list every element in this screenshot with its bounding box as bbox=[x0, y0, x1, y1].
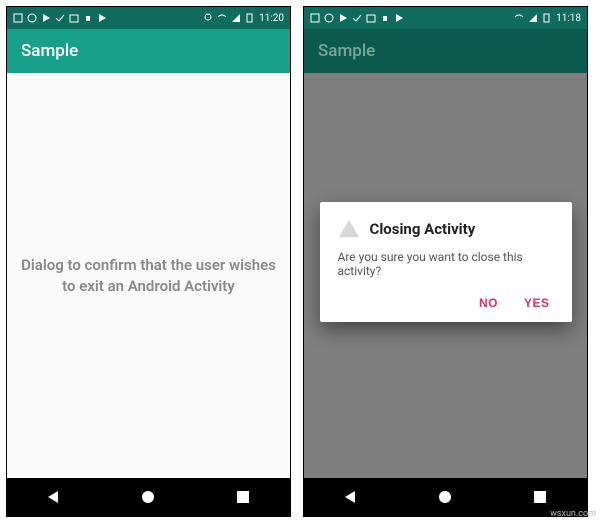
confirm-dialog: Closing Activity Are you sure you want t… bbox=[320, 202, 572, 322]
body-text: Dialog to confirm that the user wishes t… bbox=[19, 255, 278, 297]
calendar-icon bbox=[366, 13, 376, 23]
circle-icon bbox=[324, 13, 334, 23]
location-icon bbox=[203, 13, 213, 23]
status-left-icons bbox=[13, 13, 107, 23]
navigation-bar bbox=[304, 478, 587, 516]
yes-button[interactable]: YES bbox=[524, 296, 550, 310]
no-button[interactable]: NO bbox=[479, 296, 498, 310]
app-title: Sample bbox=[21, 41, 78, 61]
battery-icon bbox=[542, 13, 552, 23]
play-icon bbox=[338, 13, 348, 23]
activity-content[interactable]: Dialog to confirm that the user wishes t… bbox=[7, 73, 290, 478]
app-bar: Sample bbox=[7, 29, 290, 73]
clock-text: 11:20 bbox=[259, 13, 284, 24]
navigation-bar bbox=[7, 478, 290, 516]
phone-after: 11:18 Sample Dialog to confirm that the … bbox=[303, 6, 588, 517]
wifi-icon bbox=[217, 13, 227, 23]
clock-text: 11:18 bbox=[556, 13, 581, 24]
wifi-icon bbox=[514, 13, 524, 23]
calendar-icon bbox=[69, 13, 79, 23]
status-left-icons bbox=[310, 13, 404, 23]
back-icon[interactable] bbox=[46, 489, 62, 505]
dialog-title: Closing Activity bbox=[370, 220, 476, 238]
store-icon bbox=[394, 13, 404, 23]
store-icon bbox=[97, 13, 107, 23]
check-icon bbox=[352, 13, 362, 23]
home-icon[interactable] bbox=[437, 489, 453, 505]
status-bar: 11:18 bbox=[304, 7, 587, 29]
recent-icon[interactable] bbox=[235, 489, 251, 505]
warning-icon bbox=[338, 218, 360, 240]
home-icon[interactable] bbox=[140, 489, 156, 505]
battery-icon bbox=[245, 13, 255, 23]
circle-icon bbox=[27, 13, 37, 23]
square-icon bbox=[310, 13, 320, 23]
status-right-icons: 11:18 bbox=[514, 13, 581, 24]
dialog-message: Are you sure you want to close this acti… bbox=[338, 250, 554, 278]
android-icon bbox=[380, 13, 390, 23]
status-bar: 11:20 bbox=[7, 7, 290, 29]
phone-before: 11:20 Sample Dialog to confirm that the … bbox=[6, 6, 291, 517]
watermark: wsxun.com bbox=[550, 509, 596, 519]
app-bar: Sample bbox=[304, 29, 587, 73]
dialog-actions: NO YES bbox=[338, 296, 554, 314]
status-right-icons: 11:20 bbox=[203, 13, 284, 24]
play-icon bbox=[41, 13, 51, 23]
recent-icon[interactable] bbox=[532, 489, 548, 505]
check-icon bbox=[55, 13, 65, 23]
dialog-header: Closing Activity bbox=[338, 218, 554, 240]
back-icon[interactable] bbox=[343, 489, 359, 505]
signal-icon bbox=[231, 13, 241, 23]
android-icon bbox=[83, 13, 93, 23]
app-title: Sample bbox=[318, 41, 375, 61]
square-icon bbox=[13, 13, 23, 23]
signal-icon bbox=[528, 13, 538, 23]
